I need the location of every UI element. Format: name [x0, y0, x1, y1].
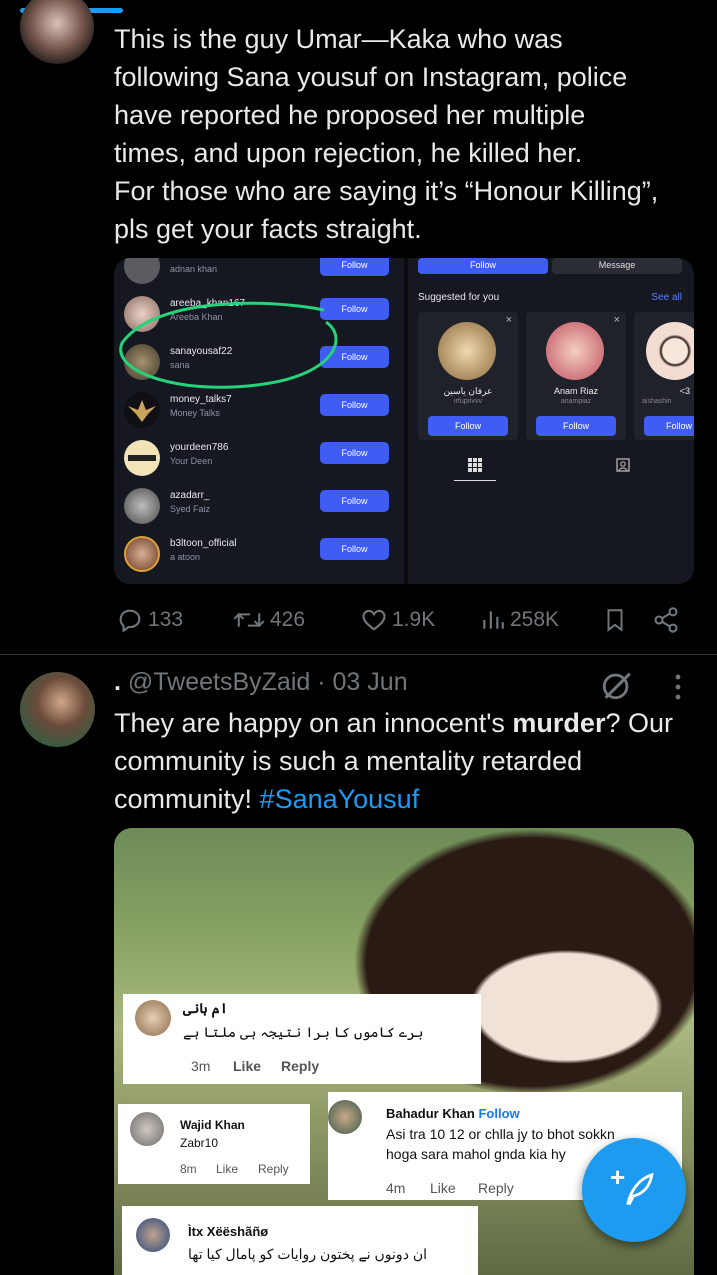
- comment-reply[interactable]: Reply: [281, 1058, 319, 1074]
- grid-icon[interactable]: [468, 458, 482, 472]
- follow-button[interactable]: Follow: [428, 416, 508, 436]
- tweet2-header: . @TweetsByZaid · 03 Jun: [114, 668, 408, 697]
- profile-message-button[interactable]: Message: [552, 258, 682, 274]
- comment-time: 4m: [386, 1180, 406, 1196]
- tweet1-avatar[interactable]: [20, 0, 94, 64]
- avatar: [136, 1218, 170, 1252]
- reply-button[interactable]: 133: [116, 602, 183, 638]
- tweet2-text-bold: murder: [512, 708, 606, 738]
- green-annotation-circle: [119, 301, 338, 389]
- comment-author-name: Bahadur Khan: [386, 1106, 475, 1121]
- tweet1-line: pls get your facts straight.: [114, 214, 422, 244]
- avatar: [646, 322, 694, 380]
- reply-count: 133: [148, 608, 184, 631]
- tweet1-line: This is the guy Umar—Kaka who was: [114, 24, 563, 54]
- tweet1-text: This is the guy Umar—Kaka who was follow…: [114, 20, 699, 248]
- user-handle[interactable]: @TweetsByZaid: [128, 668, 310, 696]
- comment-author: Wajid Khan: [180, 1118, 245, 1132]
- repost-button[interactable]: 426: [232, 602, 305, 638]
- comment-card: Wajid Khan Zabr10 8m Like Reply: [118, 1104, 310, 1184]
- views-icon: [483, 611, 504, 629]
- hashtag-link[interactable]: #SanaYousuf: [260, 784, 420, 814]
- share-icon: [654, 607, 678, 633]
- suggestion-handle: aishashin: [642, 398, 672, 405]
- bookmark-icon: [607, 609, 623, 632]
- comment-like[interactable]: Like: [216, 1162, 238, 1176]
- display-name[interactable]: .: [114, 668, 121, 696]
- suggestion-handle: anampiaz: [560, 398, 592, 405]
- more-options-icon[interactable]: [668, 672, 688, 702]
- comment-text: برے کاموں کا برا نتیجہ ہی ملتا ہے: [183, 1024, 424, 1040]
- suggested-title: Suggested for you: [418, 292, 500, 303]
- avatar: [328, 1100, 362, 1134]
- like-button[interactable]: 1.9K: [360, 602, 435, 638]
- close-icon[interactable]: ×: [614, 314, 620, 326]
- follow-link[interactable]: Follow: [478, 1106, 519, 1121]
- comment-time: 8m: [180, 1162, 197, 1176]
- bookmark-button[interactable]: [602, 602, 628, 638]
- avatar: [546, 322, 604, 380]
- tweet2-avatar[interactable]: [20, 672, 95, 747]
- tweet2-text-part: They are happy on an innocent's: [114, 708, 513, 738]
- grid-tab-indicator: [454, 480, 496, 481]
- tweet1-line: have reported he proposed her multiple: [114, 100, 586, 130]
- tweet1-line: For those who are saying it’s “Honour Ki…: [114, 176, 659, 206]
- comment-time: 3m: [191, 1058, 211, 1074]
- comment-card: ام ہانی برے کاموں کا برا نتیجہ ہی ملتا ہ…: [123, 994, 481, 1084]
- tweet1-line: times, and upon rejection, he killed her…: [114, 138, 583, 168]
- tweet2-text: They are happy on an innocent's murder? …: [114, 704, 699, 818]
- comment-author: Ìtx Xëëshãñø: [188, 1224, 269, 1239]
- feather-icon: [626, 1172, 654, 1206]
- reply-icon: [119, 609, 141, 633]
- follow-button[interactable]: Follow: [536, 416, 616, 436]
- profile-follow-button[interactable]: Follow: [418, 258, 548, 274]
- suggestion-card: × عرفان یاسین irfuprivvv Follow: [418, 312, 518, 440]
- comment-author: Bahadur Khan Follow: [386, 1106, 520, 1121]
- tweet1-action-bar: 133 426 1.9K 258K: [114, 602, 699, 638]
- avatar: [438, 322, 496, 380]
- comment-text: ان دونوں نے پختون روایات کو پامال کیا تھ…: [188, 1246, 427, 1262]
- comment-text: hoga sara mahol gnda kia hy: [386, 1146, 566, 1162]
- suggestion-name: <3: [679, 386, 690, 396]
- suggestion-name: عرفان یاسین: [443, 386, 493, 396]
- suggestion-name: Anam Riaz: [553, 386, 598, 396]
- suggestion-card: <3 aishashin Follow: [634, 312, 694, 440]
- comment-like[interactable]: Like: [430, 1180, 456, 1196]
- comment-reply[interactable]: Reply: [258, 1162, 289, 1176]
- grok-icon[interactable]: [600, 668, 634, 702]
- compose-button[interactable]: +: [582, 1138, 686, 1242]
- tweet-divider: [0, 654, 717, 655]
- suggestion-card: × Anam Riaz anampiaz Follow: [526, 312, 626, 440]
- views-button[interactable]: 258K: [480, 602, 559, 638]
- comment-text: Zabr10: [180, 1136, 219, 1150]
- see-all-link[interactable]: See all: [651, 292, 682, 303]
- post-date[interactable]: 03 Jun: [333, 668, 408, 696]
- follow-button[interactable]: Follow: [644, 416, 694, 436]
- tweet1-line: following Sana yousuf on Instagram, poli…: [114, 62, 628, 92]
- comment-author: ام ہانی: [183, 1000, 228, 1016]
- suggestion-handle: irfuprivvv: [453, 398, 482, 405]
- comment-text: Asi tra 10 12 or chlla jy to bhot sokkn: [386, 1126, 615, 1142]
- share-button[interactable]: [652, 602, 680, 638]
- heart-icon: [362, 609, 386, 631]
- followers-list-panel: adnan5437khan adnan khan Follow areeba_k…: [114, 258, 404, 584]
- avatar: [135, 1000, 171, 1036]
- view-count: 258K: [510, 608, 560, 631]
- repost-icon: [233, 612, 265, 628]
- profile-panel: Follow Message Suggested for you See all…: [408, 258, 694, 584]
- tagged-icon[interactable]: [616, 458, 630, 472]
- comment-like[interactable]: Like: [233, 1058, 261, 1074]
- comment-reply[interactable]: Reply: [478, 1180, 514, 1196]
- comment-card: Ìtx Xëëshãñø ان دونوں نے پختون روایات کو…: [122, 1206, 478, 1275]
- repost-count: 426: [270, 608, 306, 631]
- avatar: [130, 1112, 164, 1146]
- tweet1-media-screenshot[interactable]: adnan5437khan adnan khan Follow areeba_k…: [114, 258, 694, 584]
- close-icon[interactable]: ×: [506, 314, 512, 326]
- like-count: 1.9K: [392, 608, 436, 631]
- separator-dot: ·: [317, 668, 326, 696]
